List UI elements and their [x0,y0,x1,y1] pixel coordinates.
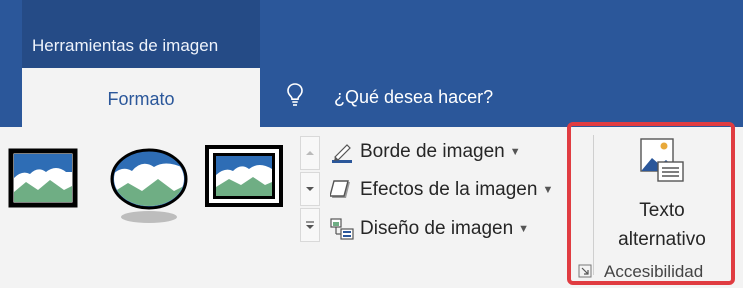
gallery-scroll-down-button[interactable] [300,172,320,206]
chevron-up-icon [306,151,314,155]
dropdown-caret-icon: ▼ [542,184,554,196]
lightbulb-icon[interactable] [286,82,304,108]
tell-me-search[interactable]: ¿Qué desea hacer? [334,87,493,108]
dropdown-caret-icon: ▼ [518,223,530,235]
picture-style-thumbnail[interactable] [108,145,190,227]
tab-formato-label: Formato [107,89,175,109]
picture-style-thumbnail[interactable] [8,148,78,208]
layout-icon [330,218,354,240]
picture-border-button[interactable]: Borde de imagen ▼ [330,136,521,168]
highlight-box [567,122,735,285]
gallery-scroll-up-button[interactable] [300,136,320,170]
picture-layout-button[interactable]: Diseño de imagen ▼ [330,213,529,245]
picture-layout-label: Diseño de imagen [360,218,514,239]
picture-effects-button[interactable]: Efectos de la imagen ▼ [330,174,553,206]
gallery-more-button[interactable] [300,208,320,242]
context-tab-group: Herramientas de imagen [22,0,260,68]
picture-effects-label: Efectos de la imagen [360,179,538,200]
tab-formato[interactable]: Formato [22,68,260,127]
picture-style-thumbnail[interactable] [205,145,283,207]
picture-border-label: Borde de imagen [360,141,505,162]
gallery-scroll [300,136,320,244]
effects-icon [330,180,350,198]
dropdown-caret-icon: ▼ [509,146,521,158]
chevron-down-icon [306,187,314,191]
expand-gallery-icon [306,221,314,229]
pen-border-icon [332,144,352,163]
context-group-label: Herramientas de imagen [32,36,219,55]
